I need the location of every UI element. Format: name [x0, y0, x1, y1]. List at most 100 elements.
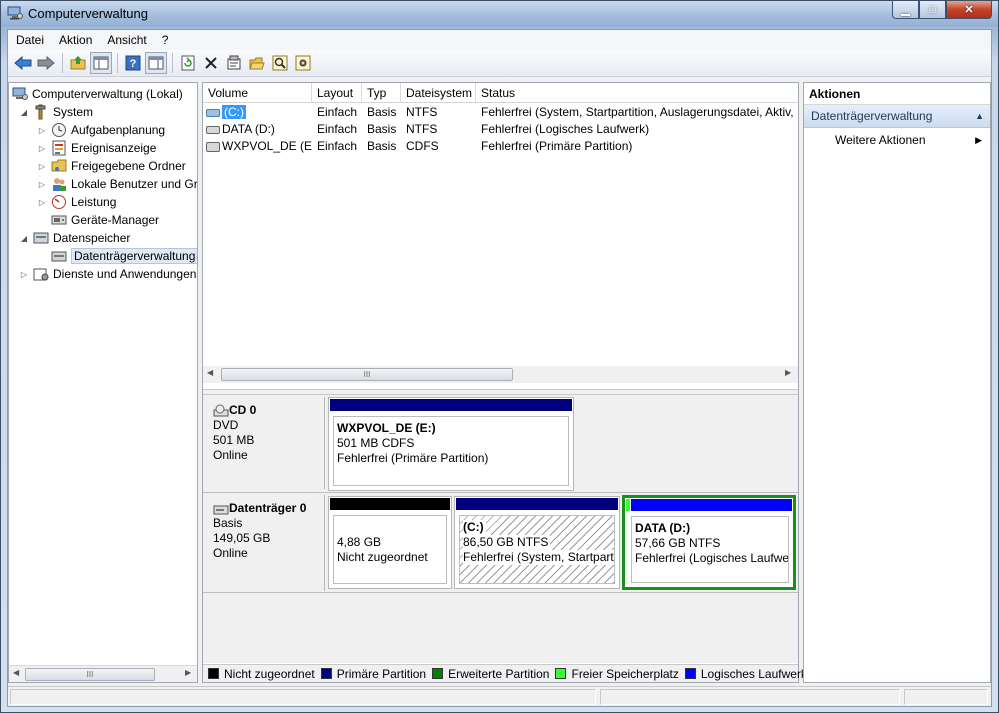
- disk-label-disk0[interactable]: Datenträger 0 Basis 149,05 GB Online: [205, 495, 325, 591]
- table-row[interactable]: DATA (D:) Einfach Basis NTFS Fehlerfrei …: [203, 121, 798, 138]
- tree-item-lokale-benutzer[interactable]: ▷ Lokale Benutzer und Gruppen: [37, 175, 197, 193]
- tools-icon: [33, 104, 49, 120]
- legend-swatch: [432, 668, 444, 679]
- column-volume[interactable]: Volume: [203, 83, 312, 103]
- tree-item-dienste[interactable]: ▷ Dienste und Anwendungen: [19, 265, 197, 283]
- menu-ansicht[interactable]: Ansicht: [99, 30, 153, 50]
- menu-bar: Datei Aktion Ansicht ?: [8, 30, 991, 50]
- partition-unallocated[interactable]: 4,88 GB Nicht zugeordnet: [328, 496, 452, 589]
- expand-icon[interactable]: ▷: [37, 126, 47, 135]
- open-button[interactable]: [246, 52, 268, 74]
- volume-cell: WXPVOL_DE (E:): [206, 138, 312, 155]
- show-tree-button[interactable]: [90, 52, 112, 74]
- partition-status: Nicht zugeordnet: [337, 550, 428, 564]
- refresh-button[interactable]: [177, 52, 199, 74]
- close-button[interactable]: ✕: [946, 1, 992, 19]
- maximize-icon: □: [929, 3, 936, 16]
- svg-text:?: ?: [130, 58, 137, 70]
- disk-state: Online: [213, 546, 248, 560]
- collapse-icon[interactable]: ◢: [19, 234, 29, 243]
- expand-icon[interactable]: ▷: [37, 198, 47, 207]
- expand-icon[interactable]: ▷: [19, 270, 29, 279]
- scroll-left-icon[interactable]: ◀: [207, 368, 213, 377]
- tree-item-datentraegerverwaltung[interactable]: Datenträgerverwaltung: [51, 247, 197, 265]
- volume-list-header: Volume Layout Typ Dateisystem Status: [203, 83, 798, 103]
- computer-management-icon: [7, 6, 23, 20]
- settings-icon: [295, 55, 311, 71]
- menu-datei[interactable]: Datei: [8, 30, 51, 50]
- table-row[interactable]: WXPVOL_DE (E:) Einfach Basis CDFS Fehler…: [203, 138, 798, 155]
- tree-label: Geräte-Manager: [71, 213, 160, 227]
- toolbar-separator: [117, 53, 118, 73]
- tree-item-system[interactable]: ◢ System: [19, 103, 93, 121]
- refresh-icon: [181, 55, 195, 71]
- column-dateisystem[interactable]: Dateisystem: [401, 83, 476, 103]
- help-button[interactable]: ?: [122, 52, 144, 74]
- disk-name: CD 0: [213, 403, 324, 418]
- column-typ[interactable]: Typ: [362, 83, 401, 103]
- properties-icon: [227, 55, 241, 70]
- partition-e[interactable]: WXPVOL_DE (E:) 501 MB CDFS Fehlerfrei (P…: [328, 397, 574, 491]
- tree-label: Dienste und Anwendungen: [53, 267, 197, 281]
- maximize-button[interactable]: □: [919, 1, 946, 19]
- tree-horizontal-scrollbar[interactable]: ◀ III ▶: [9, 665, 197, 682]
- partition-c[interactable]: (C:) 86,50 GB NTFS Fehlerfrei (System, S…: [454, 496, 620, 589]
- settings-button[interactable]: [292, 52, 314, 74]
- performance-icon: [51, 194, 67, 210]
- scroll-left-icon[interactable]: ◀: [13, 668, 19, 677]
- properties-button[interactable]: [223, 52, 245, 74]
- legend-label: Nicht zugeordnet: [224, 666, 315, 681]
- disk-row-separator: [203, 592, 798, 593]
- scroll-right-icon[interactable]: ▶: [185, 668, 191, 677]
- window-title: Computerverwaltung: [28, 6, 148, 21]
- legend-swatch: [555, 668, 567, 679]
- menu-help[interactable]: ?: [154, 30, 176, 50]
- partition-d[interactable]: DATA (D:) 57,66 GB NTFS Fehlerfrei (Logi…: [622, 495, 796, 590]
- table-row[interactable]: (C:) Einfach Basis NTFS Fehlerfrei (Syst…: [203, 104, 798, 121]
- disk-label-cd0[interactable]: CD 0 DVD 501 MB Online: [205, 397, 325, 489]
- help-icon: ?: [125, 55, 141, 71]
- scroll-thumb[interactable]: III: [221, 368, 513, 381]
- collapse-icon[interactable]: ◢: [19, 108, 29, 117]
- collapse-up-icon[interactable]: ▲: [975, 105, 984, 128]
- tree-label: Aufgabenplanung: [71, 123, 166, 137]
- delete-button[interactable]: [200, 52, 222, 74]
- disk-title: CD 0: [229, 403, 257, 417]
- column-status[interactable]: Status: [476, 83, 798, 103]
- expand-icon[interactable]: ▷: [37, 180, 47, 189]
- expand-icon[interactable]: ▷: [37, 162, 47, 171]
- partition-details: DATA (D:) 57,66 GB NTFS Fehlerfrei (Logi…: [631, 516, 789, 583]
- partition-type-bar: [330, 399, 572, 411]
- partition-type-bar: [456, 498, 618, 510]
- actions-section-datentraegerverwaltung[interactable]: Datenträgerverwaltung ▲: [804, 105, 990, 128]
- title-bar[interactable]: Computerverwaltung ▁ □ ✕: [1, 1, 998, 27]
- legend-primary: Primäre Partition: [320, 667, 426, 681]
- column-layout[interactable]: Layout: [312, 83, 362, 103]
- tree-item-aufgabenplanung[interactable]: ▷ Aufgabenplanung: [37, 121, 165, 139]
- typ-cell: Basis: [367, 105, 397, 119]
- tree-item-datenspeicher[interactable]: ◢ Datenspeicher: [19, 229, 130, 247]
- expand-icon[interactable]: ▷: [37, 144, 47, 153]
- partition-size: 4,88 GB: [337, 535, 382, 549]
- scroll-right-icon[interactable]: ▶: [785, 368, 791, 377]
- layout-cell: Einfach: [317, 122, 358, 136]
- tree-item-leistung[interactable]: ▷ Leistung: [37, 193, 116, 211]
- toolbar-separator: [62, 53, 63, 73]
- show-action-pane-button[interactable]: [145, 52, 167, 74]
- tree-item-freigegebene-ordner[interactable]: ▷ Freigegebene Ordner: [37, 157, 186, 175]
- volume-list-horizontal-scrollbar[interactable]: ◀ III ▶: [203, 366, 798, 383]
- more-actions-item[interactable]: Weitere Aktionen ▶: [804, 128, 990, 152]
- minimize-button[interactable]: ▁: [892, 1, 919, 19]
- delete-icon: [205, 57, 217, 69]
- scroll-thumb[interactable]: III: [25, 668, 155, 681]
- back-button[interactable]: [12, 52, 34, 74]
- tree-item-ereignisanzeige[interactable]: ▷ Ereignisanzeige: [37, 139, 156, 157]
- legend-label: Erweiterte Partition: [448, 666, 550, 681]
- tree-item-geraete-manager[interactable]: Geräte-Manager: [51, 211, 159, 229]
- search-button[interactable]: [269, 52, 291, 74]
- menu-aktion[interactable]: Aktion: [51, 30, 99, 50]
- app-window: Computerverwaltung ▁ □ ✕ Datei Aktion An…: [0, 0, 999, 713]
- up-button[interactable]: [67, 52, 89, 74]
- tree-item-root[interactable]: Computerverwaltung (Lokal): [12, 85, 183, 103]
- forward-button[interactable]: [35, 52, 57, 74]
